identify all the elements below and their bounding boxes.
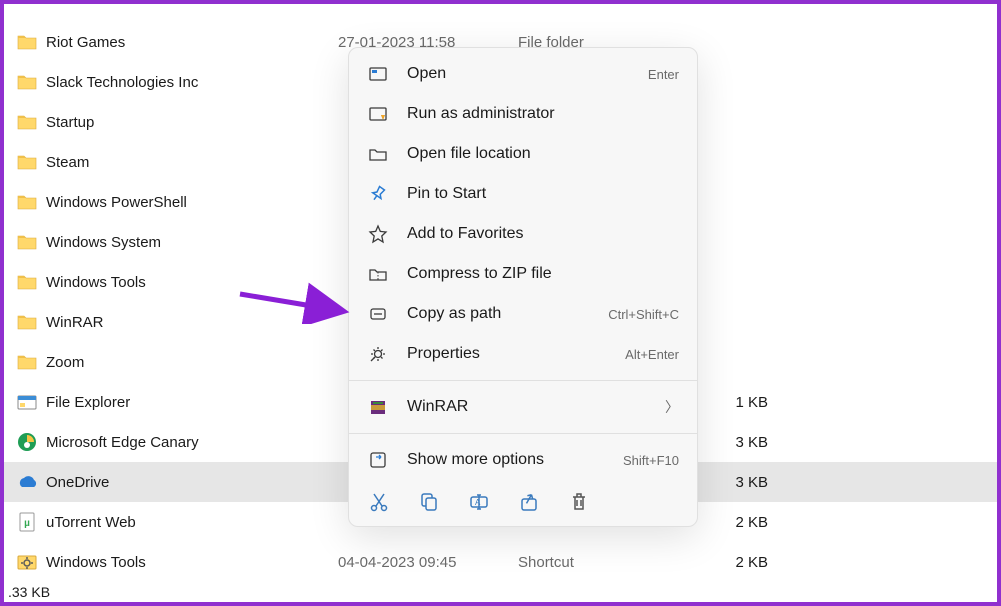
copy-path-icon [367, 303, 389, 325]
menu-label: Copy as path [389, 305, 608, 323]
status-bar: .33 KB [4, 582, 54, 602]
menu-label: Add to Favorites [389, 225, 679, 243]
file-size: 2 KB [698, 554, 768, 571]
file-name: File Explorer [38, 394, 338, 411]
menu-label: Run as administrator [389, 105, 679, 123]
folder-icon [16, 191, 38, 213]
file-name: Windows Tools [38, 554, 338, 571]
file-size: 3 KB [698, 434, 768, 451]
zip-icon [367, 263, 389, 285]
folder-icon [16, 271, 38, 293]
menu-item-open[interactable]: Open Enter [349, 54, 697, 94]
properties-icon [367, 343, 389, 365]
folder-icon [16, 31, 38, 53]
winrar-icon [367, 396, 389, 418]
rename-button[interactable]: A [467, 490, 491, 514]
menu-shortcut: Alt+Enter [625, 347, 679, 362]
admin-icon [367, 103, 389, 125]
menu-item-show-more-options[interactable]: Show more options Shift+F10 [349, 440, 697, 480]
file-row[interactable]: Windows Tools 04-04-2023 09:45 Shortcut … [4, 542, 997, 582]
folder-icon [16, 151, 38, 173]
file-name: Startup [38, 114, 338, 131]
menu-label: Properties [389, 345, 625, 363]
star-icon [367, 223, 389, 245]
folder-open-icon [367, 143, 389, 165]
file-name: Windows PowerShell [38, 194, 338, 211]
file-type: Shortcut [518, 554, 698, 571]
annotation-arrow-icon [236, 280, 352, 324]
menu-label: WinRAR [389, 398, 657, 416]
share-button[interactable] [517, 490, 541, 514]
file-name: Steam [38, 154, 338, 171]
menu-label: Pin to Start [389, 185, 679, 203]
menu-shortcut: Ctrl+Shift+C [608, 307, 679, 322]
file-explorer-icon [16, 391, 38, 413]
menu-item-copy-as-path[interactable]: Copy as path Ctrl+Shift+C [349, 294, 697, 334]
menu-label: Open file location [389, 145, 679, 163]
edge-canary-icon [16, 431, 38, 453]
onedrive-icon [16, 471, 38, 493]
file-name: uTorrent Web [38, 514, 338, 531]
menu-item-run-as-administrator[interactable]: Run as administrator [349, 94, 697, 134]
file-name: Zoom [38, 354, 338, 371]
menu-item-winrar[interactable]: WinRAR 〉 [349, 387, 697, 427]
cut-button[interactable] [367, 490, 391, 514]
chevron-right-icon: 〉 [657, 397, 679, 417]
folder-icon [16, 111, 38, 133]
file-name: Windows System [38, 234, 338, 251]
menu-label: Compress to ZIP file [389, 265, 679, 283]
menu-icon-bar: A [349, 480, 697, 520]
utorrent-icon: µ [16, 511, 38, 533]
file-name: OneDrive [38, 474, 338, 491]
file-size: 1 KB [698, 394, 768, 411]
menu-label: Show more options [389, 451, 623, 469]
file-date: 04-04-2023 09:45 [338, 554, 518, 571]
svg-text:A: A [475, 498, 481, 507]
open-icon [367, 63, 389, 85]
folder-icon [16, 351, 38, 373]
file-size: 2 KB [698, 514, 768, 531]
menu-shortcut: Enter [648, 67, 679, 82]
file-size: 3 KB [698, 474, 768, 491]
windows-tools-icon [16, 551, 38, 573]
menu-divider [349, 433, 697, 434]
menu-item-add-to-favorites[interactable]: Add to Favorites [349, 214, 697, 254]
file-name: Slack Technologies Inc [38, 74, 338, 91]
menu-shortcut: Shift+F10 [623, 453, 679, 468]
folder-icon [16, 311, 38, 333]
context-menu: Open Enter Run as administrator Open fil… [348, 47, 698, 527]
delete-button[interactable] [567, 490, 591, 514]
menu-item-open-file-location[interactable]: Open file location [349, 134, 697, 174]
file-name: Microsoft Edge Canary [38, 434, 338, 451]
more-options-icon [367, 449, 389, 471]
pin-icon [367, 183, 389, 205]
menu-item-pin-to-start[interactable]: Pin to Start [349, 174, 697, 214]
menu-divider [349, 380, 697, 381]
svg-text:µ: µ [24, 518, 30, 529]
menu-label: Open [389, 65, 648, 83]
folder-icon [16, 231, 38, 253]
file-name: Riot Games [38, 34, 338, 51]
menu-item-properties[interactable]: Properties Alt+Enter [349, 334, 697, 374]
folder-icon [16, 71, 38, 93]
menu-item-compress-to-zip-file[interactable]: Compress to ZIP file [349, 254, 697, 294]
copy-button[interactable] [417, 490, 441, 514]
